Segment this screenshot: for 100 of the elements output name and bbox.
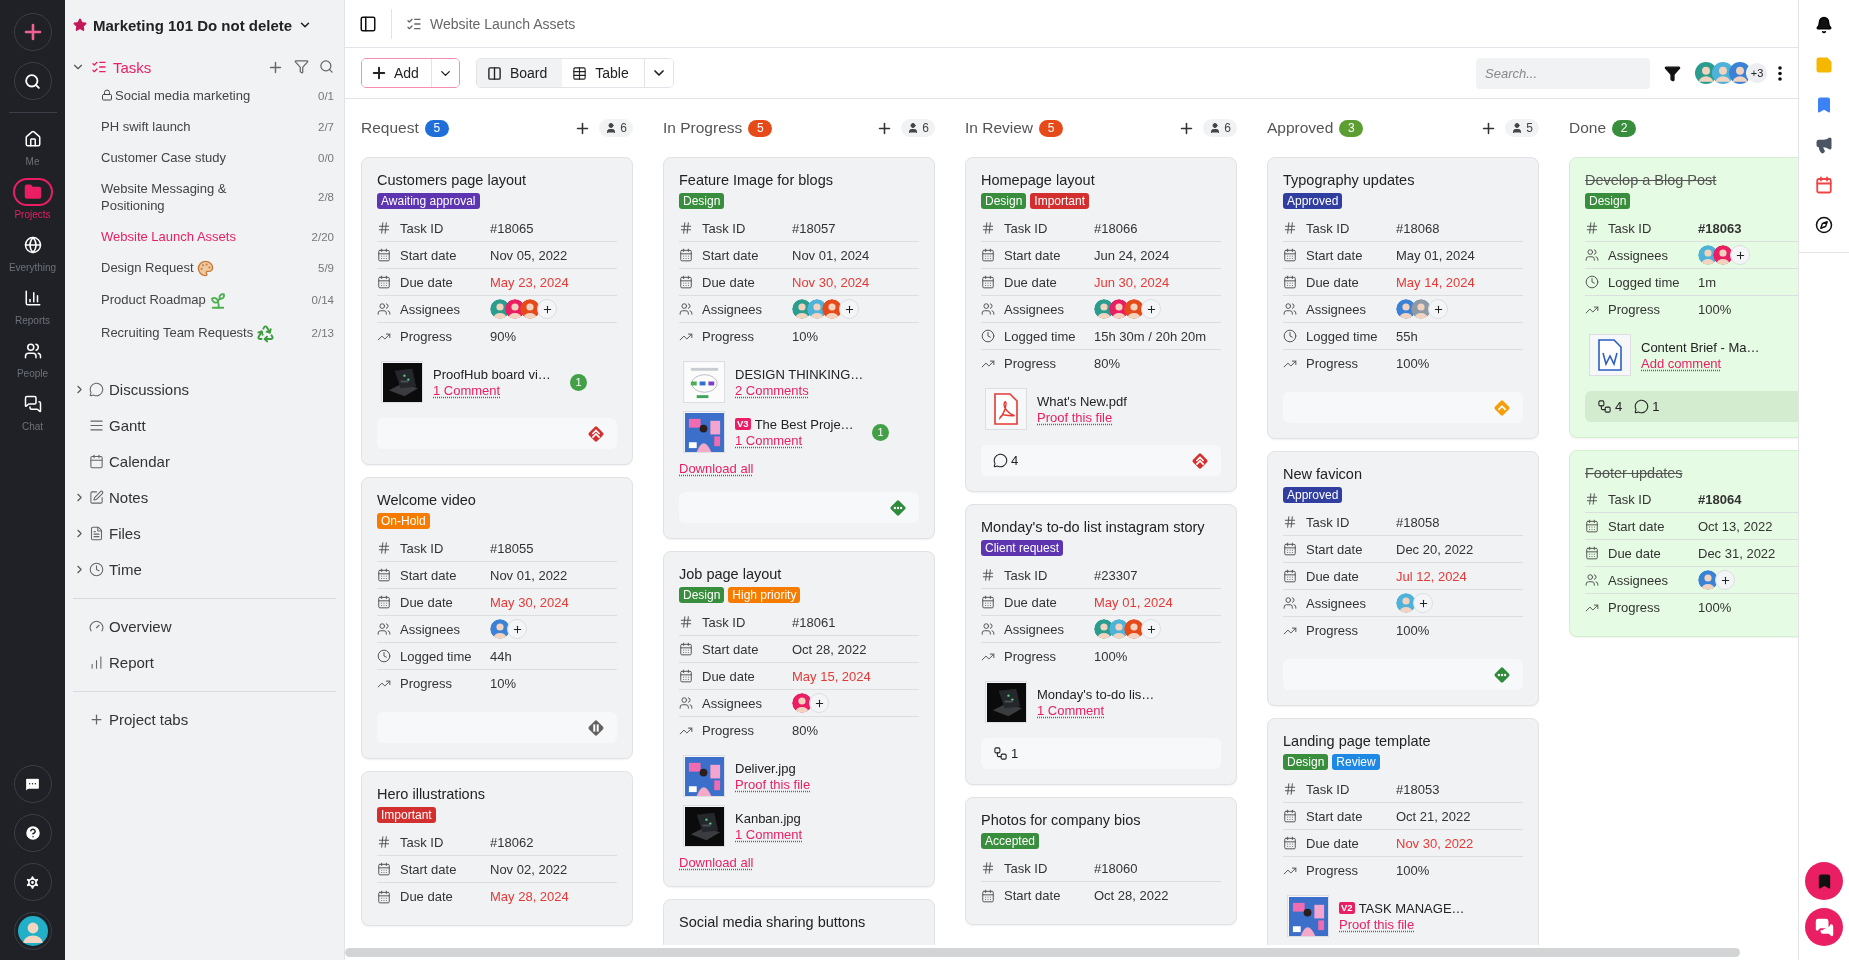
task-count: 0/0 — [318, 150, 335, 166]
card-title[interactable]: New favicon — [1283, 466, 1523, 482]
sidebar-nav-item[interactable]: Calendar — [65, 443, 336, 480]
tag: Design — [679, 193, 725, 209]
field-value: 100% — [1698, 302, 1733, 317]
add-assignee-button[interactable] — [1413, 593, 1433, 613]
card-title[interactable]: Job page layout — [679, 566, 919, 582]
sidebar-toggle-icon[interactable] — [359, 14, 377, 33]
task-list-item[interactable]: Customer Case study 0/0 — [65, 142, 336, 173]
tag: Design — [981, 193, 1027, 209]
globe-icon — [23, 236, 42, 254]
task-list-item[interactable]: Product Roadmap 0/14 — [65, 284, 336, 317]
field-label: Progress — [1306, 623, 1360, 638]
file-link[interactable]: Add comment — [1641, 355, 1722, 371]
calendar-icon — [981, 888, 995, 903]
rail-nav-item[interactable]: Projects — [1, 178, 64, 220]
hash-icon — [377, 541, 391, 555]
card-title[interactable]: Develop a Blog Post — [1585, 172, 1798, 188]
calendar-icon[interactable] — [1815, 176, 1833, 194]
card-title[interactable]: Homepage layout — [981, 172, 1221, 188]
card-title[interactable]: Hero illustrations — [377, 786, 617, 802]
task-list-item[interactable]: Design Request 5/9 — [65, 252, 336, 285]
add-assignee-button[interactable] — [1730, 245, 1750, 265]
file-link[interactable]: Proof this file — [735, 776, 811, 792]
card-title[interactable]: Landing page template — [1283, 733, 1523, 749]
task-list-item[interactable]: PH swift launch 2/7 — [65, 111, 336, 142]
field-label: Assignees — [702, 695, 763, 711]
card-title[interactable]: Footer updates — [1585, 465, 1798, 481]
compass-icon[interactable] — [1815, 216, 1833, 234]
calendar-icon — [1585, 519, 1599, 533]
field-value: #18065 — [490, 220, 535, 236]
task-list-item[interactable]: Website Launch Assets 2/20 — [65, 221, 336, 252]
sidebar-nav-item[interactable]: Gantt — [65, 407, 336, 444]
file-link[interactable]: 1 Comment — [1037, 702, 1105, 718]
file-link[interactable]: 1 Comment — [735, 826, 803, 842]
search-field[interactable]: Search... — [1476, 57, 1650, 89]
add-assignee-button[interactable] — [809, 693, 829, 713]
bar-chart-icon — [23, 289, 42, 307]
download-all-link[interactable]: Download all — [679, 855, 754, 870]
file-link[interactable]: 2 Comments — [735, 382, 809, 398]
task-list-item[interactable]: Recruiting Team Requests 2/13 — [65, 316, 336, 350]
add-assignee-button[interactable] — [507, 619, 527, 639]
task-count: 2/7 — [318, 119, 335, 135]
hash-icon — [1283, 221, 1297, 235]
sidebar-nav-item[interactable]: Time — [65, 551, 336, 588]
column-title: Request — [361, 119, 419, 137]
card-title[interactable]: Typography updates — [1283, 172, 1523, 188]
plus-icon — [370, 64, 388, 82]
add-assignee-button[interactable] — [1141, 299, 1161, 319]
sidebar-nav-item[interactable]: Overview — [65, 608, 336, 645]
field-value: May 01, 2024 — [1396, 247, 1476, 263]
download-all-link[interactable]: Download all — [679, 461, 754, 476]
card-title[interactable]: Monday's to-do list instagram story — [981, 519, 1221, 535]
sidebar-nav-item[interactable]: Discussions — [65, 371, 336, 408]
add-assignee-button[interactable] — [1715, 570, 1735, 590]
tasks-section-toggle[interactable]: Tasks — [71, 58, 152, 76]
sidebar-nav-item[interactable]: Report — [65, 644, 336, 681]
card-title[interactable]: Photos for company bios — [981, 812, 1221, 828]
filter-icon[interactable] — [294, 58, 309, 74]
sidebar-nav-item[interactable]: Notes — [65, 479, 336, 516]
views-dropdown-button[interactable] — [643, 59, 673, 87]
bookmark-button[interactable] — [1805, 862, 1843, 900]
members-count: 6 — [1224, 121, 1231, 135]
sidebar-nav-item[interactable]: Files — [65, 515, 336, 552]
search-icon[interactable] — [319, 58, 334, 74]
field-value: Oct 21, 2022 — [1396, 808, 1472, 824]
filter-button[interactable] — [1664, 64, 1681, 82]
add-assignee-button[interactable] — [1428, 299, 1448, 319]
field-label: Assignees — [702, 301, 763, 317]
add-project-tab-button[interactable]: Project tabs — [65, 701, 336, 738]
card-title[interactable]: Customers page layout — [377, 172, 617, 188]
add-assignee-button[interactable] — [839, 299, 859, 319]
megaphone-icon[interactable] — [1815, 136, 1833, 154]
calendar-icon — [1283, 275, 1297, 289]
horizontal-scrollbar[interactable] — [345, 948, 1740, 957]
task-list-item[interactable]: Social media marketing 0/1 — [65, 80, 336, 111]
chat-button[interactable] — [1805, 908, 1843, 946]
file-link[interactable]: 1 Comment — [433, 382, 501, 398]
add-assignee-button[interactable] — [537, 299, 557, 319]
view-tab[interactable]: Board — [476, 59, 563, 87]
project-selector[interactable]: Marketing 101 Do not delete — [65, 12, 336, 38]
field-label: Due date — [400, 594, 454, 610]
plus-icon — [1145, 623, 1157, 635]
file-link[interactable]: Proof this file — [1339, 916, 1415, 932]
tag: Approved — [1283, 487, 1343, 503]
card-title[interactable]: Social media sharing buttons — [679, 914, 919, 930]
add-assignee-button[interactable] — [1141, 619, 1161, 639]
field-label: Task ID — [1004, 220, 1049, 236]
file-name: Monday's to-do lis… — [1037, 686, 1155, 702]
bell-icon[interactable] — [1815, 16, 1833, 34]
bookmark-icon[interactable] — [1815, 96, 1833, 114]
column-count-badge: 3 — [1339, 119, 1364, 137]
chat-icon — [23, 395, 42, 413]
card-title[interactable]: Feature Image for blogs — [679, 172, 919, 188]
file-link[interactable]: Proof this file — [1037, 409, 1113, 425]
more-options-button[interactable] — [1778, 65, 1782, 81]
clock-icon — [89, 562, 104, 578]
card-title[interactable]: Welcome video — [377, 492, 617, 508]
task-list-item[interactable]: Website Messaging & Positioning 2/8 — [65, 173, 336, 221]
file-link[interactable]: 1 Comment — [735, 432, 803, 448]
